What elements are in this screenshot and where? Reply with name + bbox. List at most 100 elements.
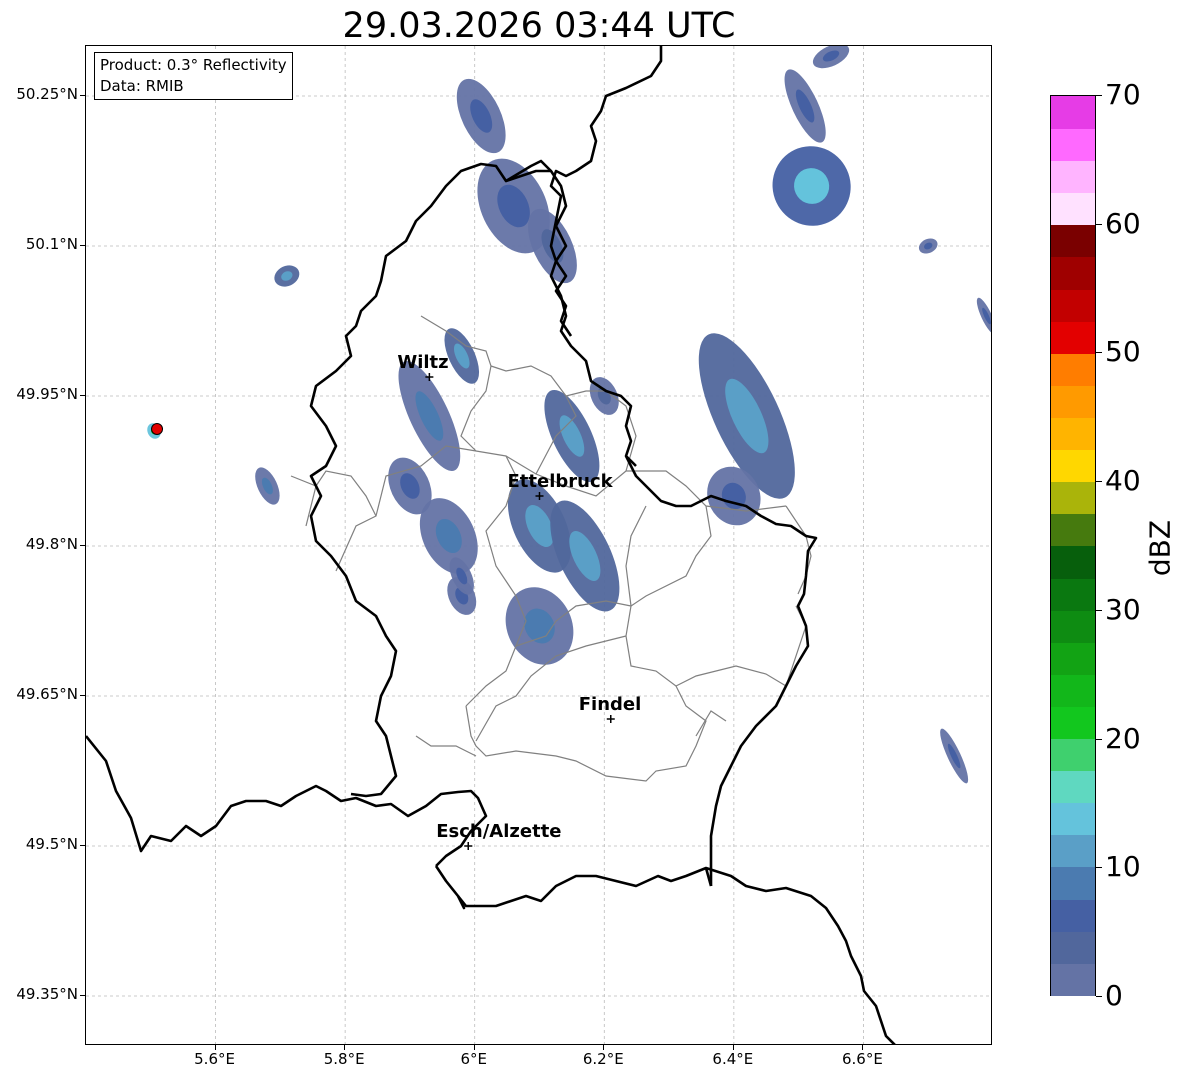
colorbar-segment bbox=[1051, 160, 1095, 194]
echo-cell bbox=[772, 146, 851, 226]
echo-cell bbox=[505, 587, 574, 665]
city-label: Findel bbox=[579, 694, 642, 715]
colorbar-unit-label: dBZ bbox=[1143, 519, 1177, 577]
map-title: 29.03.2026 03:44 UTC bbox=[342, 6, 736, 46]
x-tick-label: 6.2°E bbox=[582, 1050, 624, 1068]
y-tick-label: 50.1°N bbox=[25, 235, 78, 253]
y-tick-label: 49.95°N bbox=[16, 385, 78, 403]
city-label: Ettelbruck bbox=[508, 471, 614, 492]
product-label: Product: 0.3° Reflectivity bbox=[100, 56, 287, 74]
y-tick-label: 49.8°N bbox=[25, 535, 78, 553]
canton-boundary bbox=[695, 710, 727, 737]
colorbar-segment bbox=[1051, 641, 1095, 675]
city-cross-icon bbox=[464, 842, 473, 850]
y-tick-mark bbox=[80, 995, 85, 996]
colorbar-segment bbox=[1051, 802, 1095, 836]
colorbar-segment bbox=[1051, 577, 1095, 611]
colorbar-segment bbox=[1051, 930, 1095, 964]
colorbar-tick-mark bbox=[1096, 996, 1102, 997]
y-tick-label: 50.25°N bbox=[16, 85, 78, 103]
x-tick-label: 5.8°E bbox=[323, 1050, 365, 1068]
colorbar-segment bbox=[1051, 962, 1095, 996]
colorbar-segment bbox=[1051, 128, 1095, 162]
x-tick-mark bbox=[603, 1045, 605, 1050]
radar-site-marker[interactable] bbox=[151, 423, 164, 435]
canton-boundary bbox=[290, 470, 377, 517]
echo-cell bbox=[918, 238, 938, 254]
colorbar-tick-label: 70 bbox=[1105, 78, 1141, 111]
country-border bbox=[549, 46, 663, 337]
colorbar-tick-label: 0 bbox=[1105, 979, 1123, 1012]
colorbar-segment bbox=[1051, 224, 1095, 258]
echo-cell bbox=[274, 265, 300, 287]
x-tick-mark bbox=[732, 1045, 734, 1050]
x-tick-mark bbox=[862, 1045, 864, 1050]
colorbar-tick-mark bbox=[1096, 95, 1102, 96]
echo-cell bbox=[456, 78, 506, 154]
city-marker: Findel bbox=[579, 694, 642, 723]
colorbar-tick-mark bbox=[1096, 481, 1102, 483]
canton-boundary bbox=[675, 605, 807, 687]
country-border bbox=[86, 735, 488, 867]
colorbar-segment bbox=[1051, 449, 1095, 483]
x-tick-mark bbox=[473, 1045, 475, 1050]
colorbar-tick-mark bbox=[1096, 609, 1102, 611]
y-tick-mark bbox=[80, 845, 85, 846]
colorbar-tick-label: 50 bbox=[1105, 335, 1141, 369]
colorbar-tick-label: 20 bbox=[1105, 721, 1141, 755]
x-tick-mark bbox=[344, 1045, 346, 1050]
colorbar-tick-label: 30 bbox=[1105, 592, 1141, 626]
map-canvas[interactable]: Wiltz Ettelbruck Findel Esch/Alzette bbox=[86, 46, 992, 1045]
echo-cell bbox=[812, 46, 850, 69]
colorbar-tick-mark bbox=[1096, 223, 1102, 225]
radar-map[interactable]: Wiltz Ettelbruck Findel Esch/Alzette bbox=[85, 45, 992, 1045]
y-tick-mark bbox=[80, 695, 85, 696]
colorbar-segment bbox=[1051, 898, 1095, 932]
colorbar-segment bbox=[1051, 834, 1095, 868]
colorbar-tick-mark bbox=[1096, 738, 1102, 740]
colorbar-tick-label: 10 bbox=[1105, 850, 1141, 884]
city-label: Wiltz bbox=[397, 352, 448, 373]
echo-cell bbox=[784, 69, 826, 143]
y-tick-mark bbox=[80, 395, 85, 396]
colorbar-segment bbox=[1051, 352, 1095, 386]
canton-boundary bbox=[630, 505, 712, 607]
canton-boundary bbox=[415, 735, 477, 757]
colorbar-segment bbox=[1051, 673, 1095, 707]
y-tick-label: 49.5°N bbox=[25, 835, 78, 853]
colorbar-segment bbox=[1051, 288, 1095, 322]
y-tick-label: 49.65°N bbox=[16, 685, 78, 703]
x-tick-label: 6°E bbox=[460, 1050, 487, 1068]
y-tick-label: 49.35°N bbox=[16, 985, 78, 1003]
product-info-box: Product: 0.3° Reflectivity Data: RMIB bbox=[94, 52, 293, 100]
city-cross-icon bbox=[606, 715, 615, 723]
colorbar-segment bbox=[1051, 192, 1095, 226]
colorbar-tick-label: 60 bbox=[1105, 206, 1141, 240]
colorbar-segment bbox=[1051, 417, 1095, 451]
x-tick-label: 6.4°E bbox=[712, 1050, 754, 1068]
colorbar-segment bbox=[1051, 706, 1095, 740]
echo-cell bbox=[940, 728, 969, 784]
x-tick-mark bbox=[214, 1045, 216, 1050]
echo-cell bbox=[976, 297, 991, 335]
radar-site-dot[interactable] bbox=[151, 423, 164, 435]
city-label: Esch/Alzette bbox=[436, 821, 561, 842]
colorbar-segment bbox=[1051, 320, 1095, 354]
dbz-colorbar bbox=[1050, 95, 1096, 996]
x-tick-label: 5.6°E bbox=[194, 1050, 235, 1068]
colorbar-segment bbox=[1051, 256, 1095, 290]
y-tick-mark bbox=[80, 545, 85, 546]
colorbar-tick-mark bbox=[1096, 867, 1102, 869]
colorbar-tick-label: 40 bbox=[1105, 464, 1141, 498]
data-source-label: Data: RMIB bbox=[100, 77, 184, 95]
colorbar-segment bbox=[1051, 513, 1095, 547]
colorbar-segment bbox=[1051, 770, 1095, 804]
colorbar-segment bbox=[1051, 738, 1095, 772]
colorbar-segment bbox=[1051, 545, 1095, 579]
colorbar-segment bbox=[1051, 96, 1095, 129]
x-tick-label: 6.6°E bbox=[842, 1050, 883, 1068]
colorbar-segment bbox=[1051, 609, 1095, 643]
colorbar-segment bbox=[1051, 384, 1095, 418]
colorbar-segment bbox=[1051, 481, 1095, 515]
colorbar-segment bbox=[1051, 866, 1095, 900]
